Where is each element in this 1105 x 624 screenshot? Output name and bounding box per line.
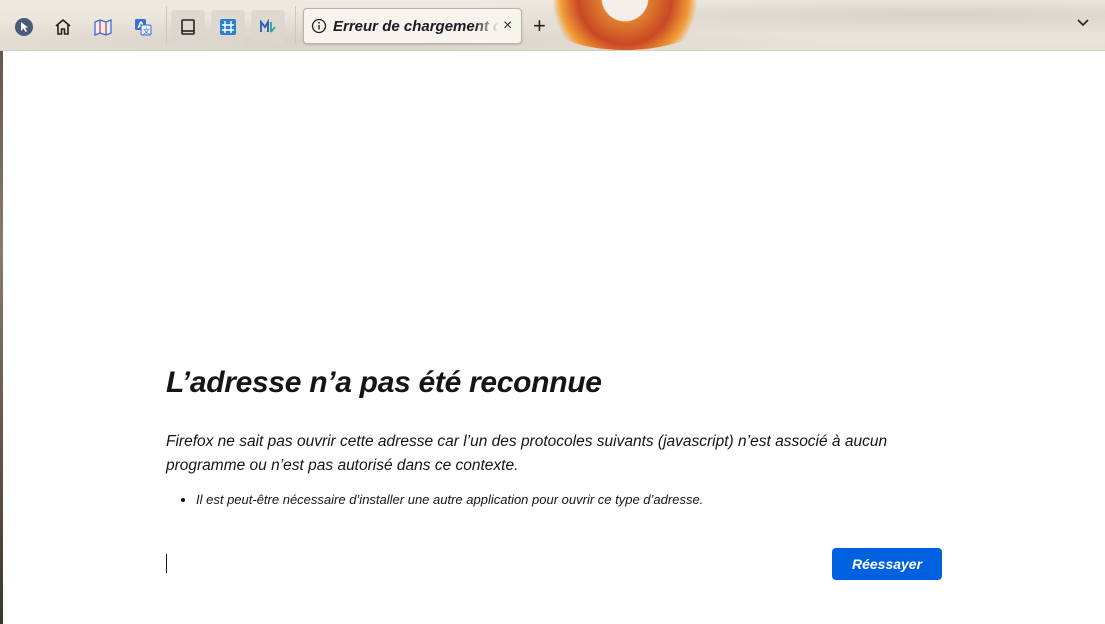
error-suggestions: Il est peut-être nécessaire d’installer … xyxy=(166,492,942,507)
cursor-extension-button[interactable] xyxy=(7,10,41,44)
toolbar-separator xyxy=(295,6,296,44)
translate-icon: A 文 xyxy=(135,19,152,36)
reader-icon xyxy=(181,19,195,35)
page-title: L’adresse n’a pas été reconnue xyxy=(166,366,602,399)
cursor-icon xyxy=(15,18,33,36)
error-description: Firefox ne sait pas ouvrir cette adresse… xyxy=(166,433,888,474)
toolbar-separator xyxy=(166,6,167,44)
markdown-extension-button[interactable] xyxy=(251,10,285,44)
home-button[interactable] xyxy=(46,10,80,44)
retry-button[interactable]: Réessayer xyxy=(832,548,942,580)
text-cursor xyxy=(166,554,167,573)
theme-artwork xyxy=(535,0,715,50)
info-icon xyxy=(311,18,327,34)
grid-extension-button[interactable] xyxy=(211,10,245,44)
chevron-down-icon xyxy=(1077,19,1089,27)
error-page: L’adresse n’a pas été reconnue Firefox n… xyxy=(166,366,942,507)
translate-extension-button[interactable]: A 文 xyxy=(126,10,160,44)
window-edge xyxy=(0,0,3,624)
close-icon[interactable]: × xyxy=(503,17,512,35)
list-item: Il est peut-être nécessaire d’installer … xyxy=(196,492,942,507)
tab-title: Erreur de chargement de la page xyxy=(333,17,499,35)
map-icon xyxy=(94,19,112,36)
grid-icon xyxy=(220,19,236,35)
home-icon xyxy=(55,19,71,35)
markdown-icon xyxy=(260,18,276,33)
new-tab-button[interactable]: + xyxy=(533,13,546,39)
active-tab[interactable]: Erreur de chargement de la page × xyxy=(303,8,522,44)
svg-text:文: 文 xyxy=(143,27,150,36)
map-extension-button[interactable] xyxy=(86,10,120,44)
reader-button[interactable] xyxy=(171,10,205,44)
tab-bar: A 文 Erreur de chargement de la page xyxy=(0,0,1105,51)
list-all-tabs-button[interactable] xyxy=(1075,14,1091,35)
